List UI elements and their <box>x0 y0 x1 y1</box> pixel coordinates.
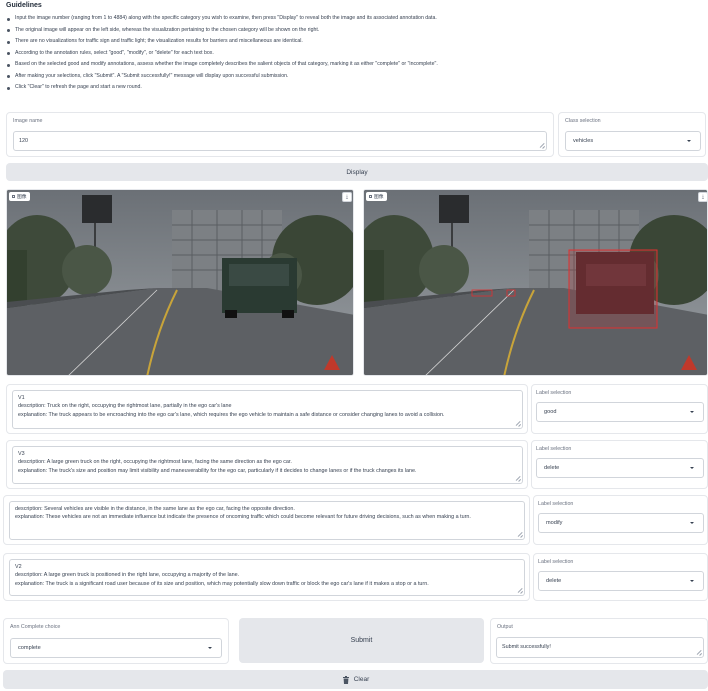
chevron-down-icon <box>208 647 212 649</box>
label-selection-value: delete <box>546 578 562 584</box>
street-scene-image <box>7 190 353 375</box>
class-selection-label: Class selection <box>565 118 601 124</box>
resize-handle-icon[interactable] <box>517 532 522 537</box>
annotation-textbox[interactable]: description: Several vehicles are visibl… <box>9 501 525 540</box>
label-selection-label: Label selection <box>538 559 574 565</box>
label-selection-value: delete <box>544 465 560 471</box>
label-selection-label: Label selection <box>536 390 572 396</box>
label-selection-label: Label selection <box>538 501 574 507</box>
annotation-block-v1: V1 description: Truck on the right, occu… <box>6 384 528 434</box>
image-tag-label: 图像 <box>374 195 384 200</box>
label-selection-block-v2: Label selection delete <box>533 553 708 601</box>
original-image-panel: 图像 ⤓ <box>6 189 354 376</box>
label-selection-value: good <box>544 409 557 415</box>
annotation-description: description: A large green truck is posi… <box>15 572 240 579</box>
guidelines-title: Guidelines <box>6 2 42 9</box>
annotation-id: V3 <box>18 451 25 457</box>
resize-handle-icon[interactable] <box>515 421 520 426</box>
guideline-item: Based on the selected good and modify an… <box>6 59 706 71</box>
guideline-item: According to the annotation rules, selec… <box>6 48 706 60</box>
chevron-down-icon <box>690 522 694 524</box>
image-name-block: Image name 120 <box>6 112 554 157</box>
chevron-down-icon <box>687 140 691 142</box>
trash-icon <box>342 675 349 684</box>
download-icon[interactable]: ⤓ <box>342 192 352 202</box>
annotation-explanation: explanation: The truck's size and positi… <box>18 467 417 474</box>
annotation-block-other: description: Several vehicles are visibl… <box>3 495 530 545</box>
image-tag: 图像 <box>9 192 30 201</box>
label-selection-value: modify <box>546 520 563 526</box>
chevron-down-icon <box>690 467 694 469</box>
guideline-item: There are no visualizations for traffic … <box>6 36 706 48</box>
guidelines-section: Guidelines Input the image number (rangi… <box>6 2 706 94</box>
resize-handle-icon[interactable] <box>517 588 522 593</box>
class-selection-block: Class selection vehicles <box>558 112 706 157</box>
annotation-explanation: explanation: These vehicles are not an i… <box>15 514 471 521</box>
annotation-explanation: explanation: The truck is a significant … <box>15 580 429 587</box>
chevron-down-icon <box>690 411 694 413</box>
image-name-value: 120 <box>19 138 28 144</box>
label-selection-dropdown[interactable]: delete <box>538 571 704 591</box>
visualization-image-panel: 图像 ⤓ <box>363 189 708 376</box>
display-button[interactable]: Display <box>6 163 708 181</box>
annotation-block-v3: V3 description: A large green truck on t… <box>6 440 528 489</box>
annotation-description: description: Truck on the right, occupyi… <box>18 403 232 410</box>
guideline-item: After making your selections, click "Sub… <box>6 71 706 83</box>
visualization-image <box>364 190 707 375</box>
label-selection-label: Label selection <box>536 446 572 452</box>
guidelines-list: Input the image number (ranging from 1 t… <box>6 13 706 94</box>
annotation-textbox[interactable]: V3 description: A large green truck on t… <box>12 446 523 484</box>
guideline-item: Click "Clear" to refresh the page and st… <box>6 82 706 94</box>
ann-complete-value: complete <box>18 645 41 651</box>
image-icon <box>12 195 15 198</box>
ann-complete-label: Ann Complete choice <box>10 624 61 630</box>
submit-button[interactable]: Submit <box>239 618 484 663</box>
output-value: Submit successfully! <box>502 644 551 650</box>
label-selection-dropdown[interactable]: modify <box>538 513 704 533</box>
image-icon <box>369 195 372 198</box>
annotation-block-v2: V2 description: A large green truck is p… <box>3 553 530 601</box>
annotation-textbox[interactable]: V2 description: A large green truck is p… <box>9 559 525 596</box>
label-selection-block-v1: Label selection good <box>531 384 708 434</box>
clear-button[interactable]: Clear <box>3 670 708 689</box>
image-name-input[interactable]: 120 <box>13 131 547 151</box>
annotation-explanation: explanation: The truck appears to be enc… <box>18 411 445 418</box>
label-selection-block-other: Label selection modify <box>533 495 708 545</box>
resize-handle-icon[interactable] <box>515 476 520 481</box>
annotation-id: V1 <box>18 395 25 401</box>
class-selection-dropdown[interactable]: vehicles <box>565 131 701 151</box>
annotation-description: description: Several vehicles are visibl… <box>15 506 295 512</box>
class-selection-value: vehicles <box>573 138 594 144</box>
output-textbox[interactable]: Submit successfully! <box>496 637 704 658</box>
resize-handle-icon[interactable] <box>539 143 544 148</box>
download-icon[interactable]: ⤓ <box>698 192 707 202</box>
image-tag-label: 图像 <box>17 195 27 200</box>
ann-complete-dropdown[interactable]: complete <box>10 638 222 658</box>
annotation-id: V2 <box>15 564 22 570</box>
image-name-label: Image name <box>13 118 43 124</box>
chevron-down-icon <box>690 580 694 582</box>
label-selection-dropdown[interactable]: good <box>536 402 704 422</box>
annotation-textbox[interactable]: V1 description: Truck on the right, occu… <box>12 390 523 429</box>
label-selection-dropdown[interactable]: delete <box>536 458 704 478</box>
output-label: Output <box>497 624 513 630</box>
guideline-item: Input the image number (ranging from 1 t… <box>6 13 706 25</box>
output-block: Output Submit successfully! <box>490 618 708 664</box>
annotation-description: description: A large green truck on the … <box>18 459 292 466</box>
label-selection-block-v3: Label selection delete <box>531 440 708 489</box>
resize-handle-icon[interactable] <box>696 650 701 655</box>
ann-complete-block: Ann Complete choice complete <box>3 618 229 664</box>
guideline-item: The original image will appear on the le… <box>6 25 706 37</box>
image-tag: 图像 <box>366 192 387 201</box>
clear-button-label: Clear <box>353 676 370 683</box>
